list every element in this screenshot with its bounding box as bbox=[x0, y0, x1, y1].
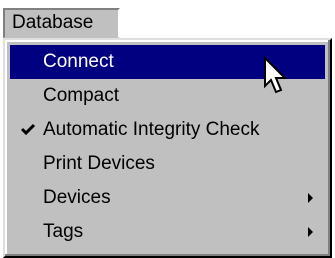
mouse-pointer-icon bbox=[263, 55, 289, 98]
menubar-item-database[interactable]: Database bbox=[3, 8, 120, 38]
menubar-item-label: Database bbox=[12, 12, 94, 33]
menu-item-devices[interactable]: Devices bbox=[10, 181, 325, 215]
submenu-arrow-icon bbox=[308, 193, 313, 203]
check-icon bbox=[19, 113, 37, 147]
menu-item-print-devices[interactable]: Print Devices bbox=[10, 147, 325, 181]
menu-item-automatic-integrity-check[interactable]: Automatic Integrity Check bbox=[10, 113, 325, 147]
menu-item-label: Automatic Integrity Check bbox=[43, 119, 260, 140]
menu-item-label: Print Devices bbox=[43, 153, 155, 174]
menu-item-label: Devices bbox=[43, 187, 111, 208]
menu-item-label: Compact bbox=[43, 85, 120, 106]
menu-item-tags[interactable]: Tags bbox=[10, 215, 325, 249]
menu-item-label: Tags bbox=[43, 221, 84, 242]
submenu-arrow-icon bbox=[308, 227, 313, 237]
menu-item-label: Connect bbox=[43, 51, 114, 72]
